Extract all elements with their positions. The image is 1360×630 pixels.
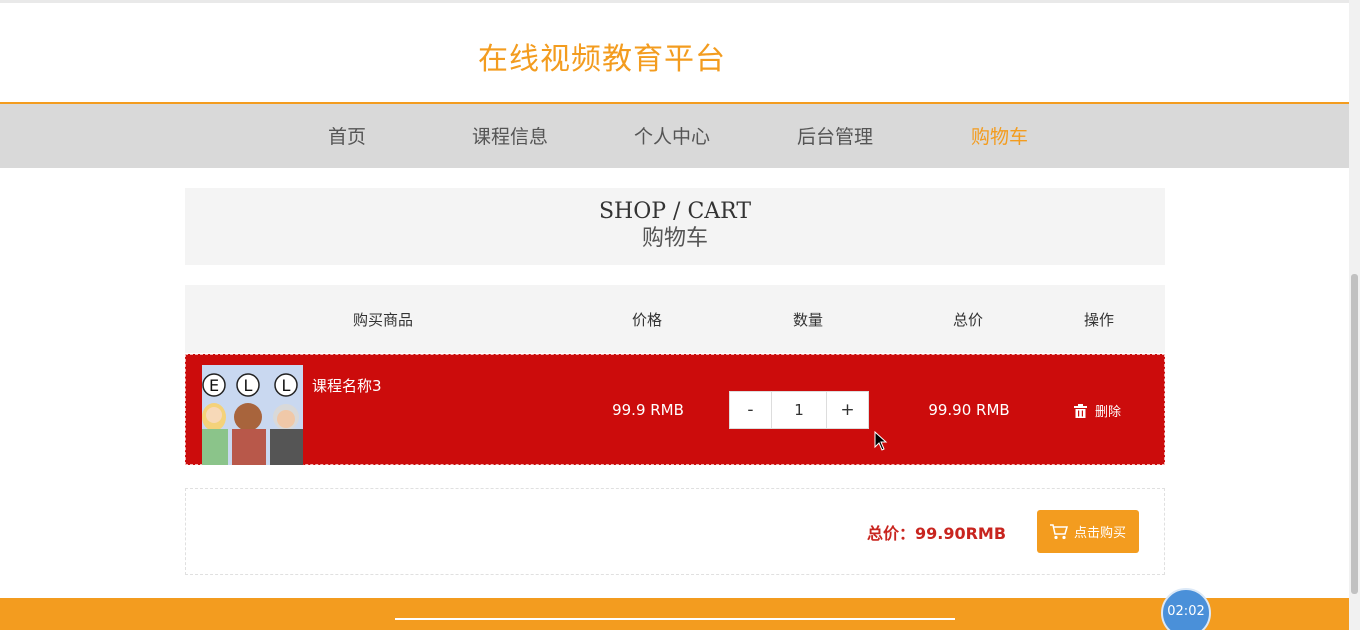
timer-badge[interactable]: 02:02 xyxy=(1161,588,1211,630)
cart-summary: 总价：99.90RMB 点击购买 xyxy=(185,488,1165,575)
buy-button[interactable]: 点击购买 xyxy=(1037,510,1139,553)
nav-item-home[interactable]: 首页 xyxy=(328,122,366,149)
nav-item-cart[interactable]: 购物车 xyxy=(971,122,1028,149)
cart-table-header: 购买商品 价格 数量 总价 操作 xyxy=(185,285,1165,353)
nav-item-profile[interactable]: 个人中心 xyxy=(634,122,710,149)
course-name[interactable]: 课程名称3 xyxy=(312,375,382,396)
col-header-product: 购买商品 xyxy=(352,311,414,329)
course-price: 99.9 RMB xyxy=(612,401,684,419)
site-title: 在线视频教育平台 xyxy=(478,42,726,77)
thumb-letter: L xyxy=(282,376,291,395)
thumb-letter: L xyxy=(244,376,253,395)
grand-total: 总价：99.90RMB xyxy=(867,524,1007,543)
cart-header: SHOP / CART 购物车 xyxy=(185,188,1165,265)
nav-item-courses[interactable]: 课程信息 xyxy=(472,122,548,149)
course-thumbnail[interactable]: E L L xyxy=(202,365,303,465)
col-header-total: 总价 xyxy=(952,311,984,329)
delete-label: 删除 xyxy=(1095,405,1122,420)
increase-button[interactable]: + xyxy=(826,392,868,428)
page-scrollbar[interactable] xyxy=(1349,0,1360,630)
quantity-input[interactable] xyxy=(772,392,826,428)
mouse-cursor-icon xyxy=(874,431,888,451)
decrease-button[interactable]: - xyxy=(730,392,772,428)
row-total: 99.90 RMB xyxy=(928,401,1010,419)
quantity-stepper: - + xyxy=(729,391,869,429)
nav-item-admin[interactable]: 后台管理 xyxy=(797,122,873,149)
footer-divider xyxy=(395,618,955,620)
cart-row: E L L 课程名称3 99.9 RMB - + 99.90 RMB 删除 xyxy=(185,354,1165,465)
thumb-letter: E xyxy=(209,376,219,395)
cart-icon xyxy=(1049,523,1068,539)
scrollbar-thumb[interactable] xyxy=(1351,274,1358,594)
col-header-action: 操作 xyxy=(1083,311,1115,329)
trash-icon xyxy=(1074,403,1087,418)
cart-header-cn: 购物车 xyxy=(641,226,708,251)
footer-bar xyxy=(0,598,1349,630)
cart-header-en: SHOP / CART xyxy=(598,199,752,224)
col-header-price: 价格 xyxy=(631,311,663,329)
top-border xyxy=(0,0,1349,3)
col-header-quantity: 数量 xyxy=(792,311,824,329)
buy-label: 点击购买 xyxy=(1073,526,1126,541)
delete-button[interactable]: 删除 xyxy=(1074,401,1121,420)
main-nav: 首页 课程信息 个人中心 后台管理 购物车 xyxy=(0,102,1349,168)
